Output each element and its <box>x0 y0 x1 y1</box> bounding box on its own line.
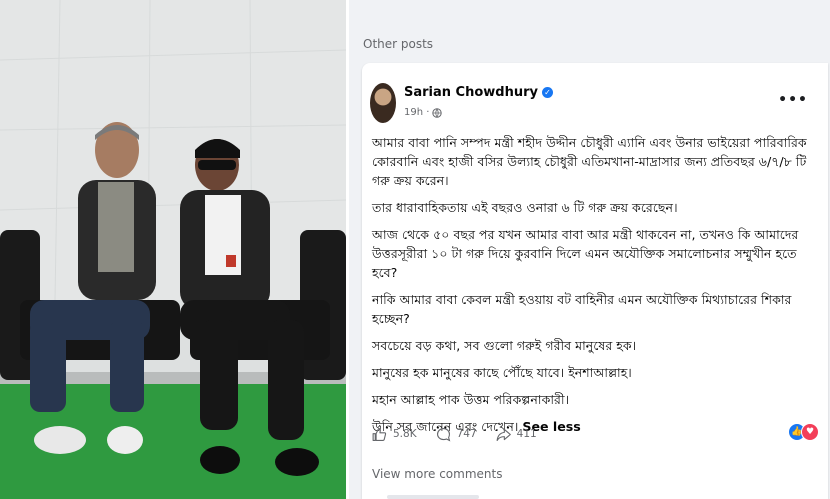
comment-icon <box>436 427 450 441</box>
post-meta: 19h · <box>404 107 443 118</box>
post-paragraph: মহান আল্লাহ পাক উত্তম পরিকল্পনাকারী। <box>372 392 570 407</box>
comment-input-placeholder <box>387 495 479 499</box>
avatar[interactable] <box>370 83 396 123</box>
post-paragraph: মানুষের হক মানুষের কাছে পৌঁছে যাবে। ইনশা… <box>372 365 632 380</box>
comment-count: 747 <box>456 428 477 440</box>
post-card: Sarian Chowdhury ✓ 19h · ••• আমার বাবা প… <box>362 63 828 499</box>
love-reaction-icon: ♥ <box>801 423 819 441</box>
post-time[interactable]: 19h · <box>404 107 429 118</box>
post-photo[interactable] <box>0 0 346 499</box>
author-line: Sarian Chowdhury ✓ <box>404 85 553 100</box>
other-posts-panel: Other posts Sarian Chowdhury ✓ 19h · •••… <box>349 0 830 499</box>
like-count: 5.8K <box>393 428 417 440</box>
post-body: আমার বাবা পানি সম্পদ মন্ত্রী শহীদ উদ্দীন… <box>372 133 820 444</box>
like-button[interactable]: 5.8K <box>371 426 417 443</box>
comment-button[interactable]: 747 <box>435 426 477 443</box>
share-icon <box>496 428 511 441</box>
more-icon[interactable]: ••• <box>778 92 808 108</box>
post-actions: 5.8K 747 411 👍 ♥ <box>371 423 819 445</box>
post-paragraph: আমার বাবা পানি সম্পদ মন্ত্রী শহীদ উদ্দীন… <box>372 135 807 188</box>
like-icon <box>372 427 387 441</box>
verified-icon: ✓ <box>542 87 553 98</box>
globe-icon <box>432 107 443 118</box>
post-paragraph: সবচেয়ে বড় কথা, সব গুলো গরুই গরীব মানুষ… <box>372 338 637 353</box>
post-paragraph: তার ধারাবাহিকতায় এই বছরও ওনারা ৬ টি গরু… <box>372 200 678 215</box>
share-count: 411 <box>516 428 537 440</box>
share-button[interactable]: 411 <box>495 426 537 443</box>
view-more-comments-link[interactable]: View more comments <box>372 467 502 481</box>
reaction-summary[interactable]: 👍 ♥ <box>788 423 819 441</box>
post-paragraph: আজ থেকে ৫০ বছর পর যখন আমার বাবা আর মন্ত্… <box>372 227 799 280</box>
author-name[interactable]: Sarian Chowdhury <box>404 85 538 100</box>
other-posts-heading: Other posts <box>363 37 434 51</box>
post-paragraph: নাকি আমার বাবা কেবল মন্ত্রী হওয়ায় বট ব… <box>372 292 792 326</box>
photo-image <box>0 0 346 499</box>
